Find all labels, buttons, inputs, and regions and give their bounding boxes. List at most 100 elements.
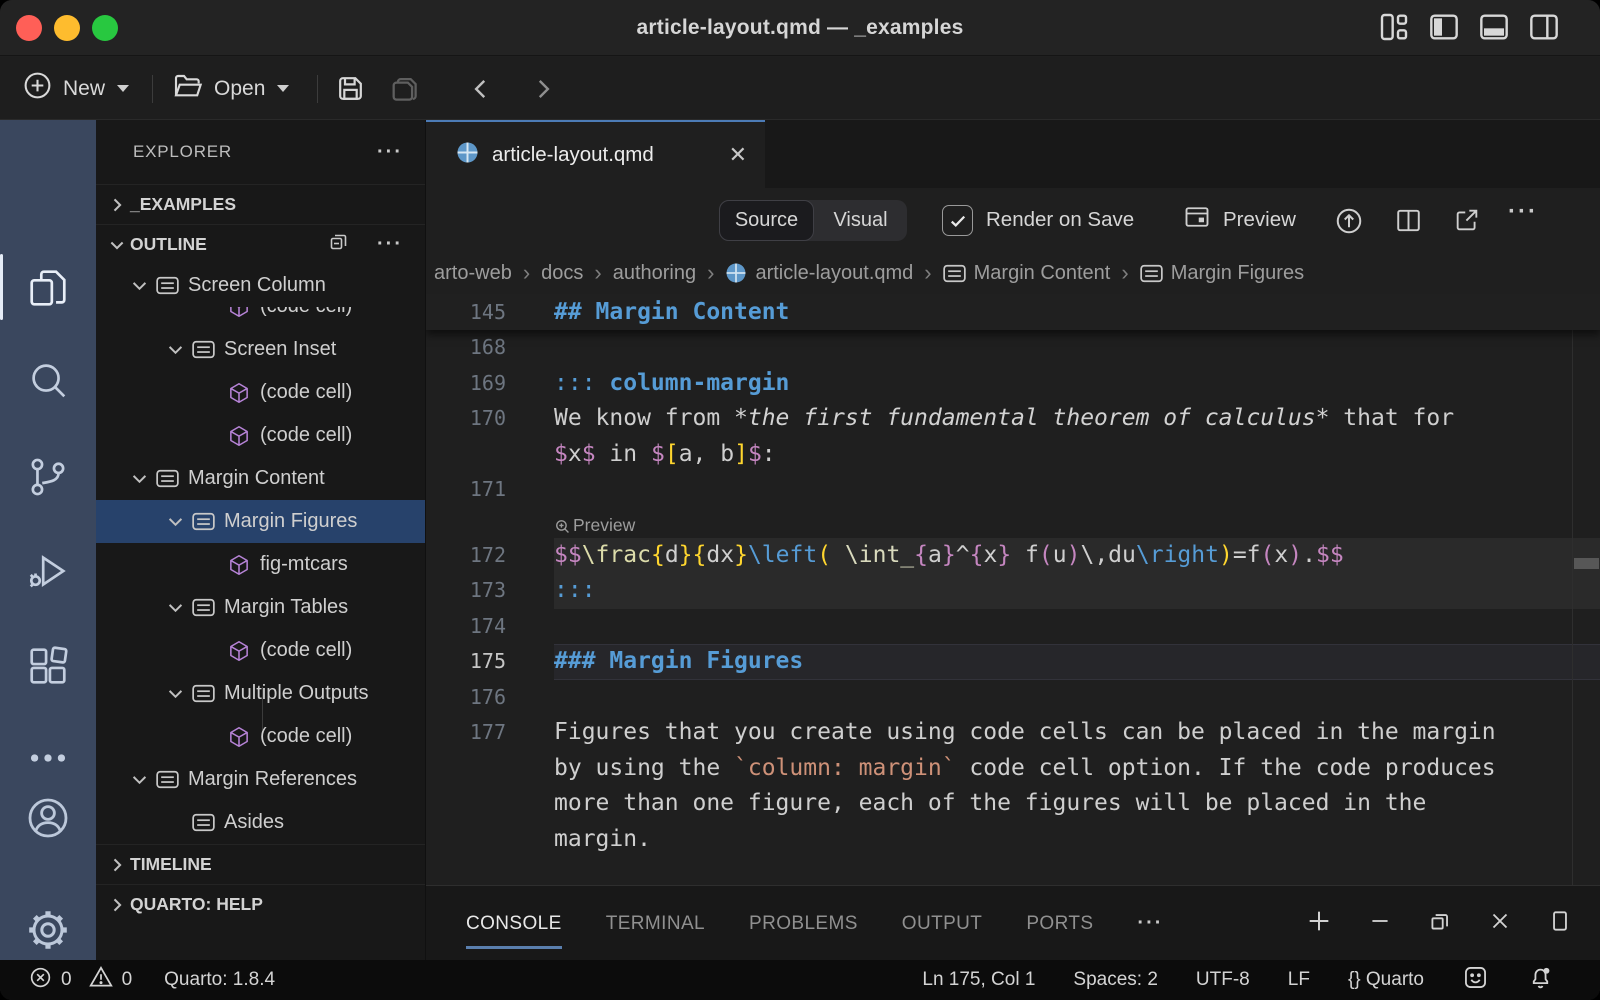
mode-visual-button[interactable]: Visual (814, 200, 907, 241)
problems-status[interactable]: 0 0 (28, 964, 132, 996)
outline-item--code-cell-[interactable]: (code cell) (96, 629, 425, 672)
panel-tab-output[interactable]: OUTPUT (902, 907, 983, 941)
outline-item-asides[interactable]: Asides (96, 801, 425, 844)
tab-article-layout[interactable]: article-layout.qmd ✕ (426, 120, 765, 188)
render-on-save-checkbox[interactable] (942, 205, 973, 236)
new-button[interactable]: New (22, 57, 129, 120)
breadcrumb-item[interactable]: Margin Figures (1140, 262, 1304, 285)
chevron-down-icon[interactable] (158, 683, 192, 704)
code-line-168[interactable]: 168 (426, 330, 1600, 366)
status-item[interactable]: Spaces: 2 (1073, 969, 1158, 991)
panel-add-icon[interactable] (1305, 907, 1333, 940)
chevron-down-icon[interactable] (158, 597, 192, 618)
save-all-button[interactable] (388, 57, 422, 120)
breadcrumb-item[interactable]: authoring (613, 262, 696, 285)
panel-more-tabs-icon[interactable]: ··· (1137, 912, 1163, 935)
section-quarto-help[interactable]: QUARTO: HELP (96, 884, 425, 924)
panel-close-icon[interactable] (1487, 908, 1513, 939)
customize-layout-icon[interactable] (1378, 11, 1410, 43)
publish-icon[interactable] (1334, 206, 1364, 241)
open-external-icon[interactable] (1453, 206, 1481, 239)
panel-maximize-icon[interactable] (1547, 908, 1573, 939)
code-line-145[interactable]: 145## Margin Content (426, 294, 1600, 330)
code-line-172[interactable]: 172$$\frac{d}{dx}\left( \int_{a}^{x} f(u… (426, 538, 1600, 574)
outline-item-screen-inset[interactable]: Screen Inset (96, 328, 425, 371)
outline-item-margin-tables[interactable]: Margin Tables (96, 586, 425, 629)
editor-more-actions-icon[interactable]: ··· (1508, 198, 1538, 226)
extensions-icon[interactable] (0, 630, 96, 702)
chevron-down-icon[interactable] (158, 511, 192, 532)
breadcrumb-item[interactable]: arto-web (434, 262, 512, 285)
collapse-all-icon[interactable] (327, 230, 351, 259)
panel-tab-ports[interactable]: PORTS (1026, 907, 1093, 941)
outline-item--code-cell-[interactable]: (code cell) (96, 715, 425, 758)
chevron-down-icon[interactable] (122, 468, 156, 489)
toggle-bottom-panel-icon[interactable] (1478, 11, 1510, 43)
chevron-down-icon[interactable] (122, 275, 156, 296)
account-icon[interactable] (0, 760, 96, 832)
panel-tab-terminal[interactable]: TERMINAL (606, 907, 705, 941)
scrollbar-slider[interactable] (1574, 558, 1599, 569)
outline-item-multiple-outputs[interactable]: Multiple Outputs (96, 672, 425, 715)
code-line-173[interactable]: 173::: (426, 573, 1600, 609)
code-line-176[interactable]: 176 (426, 680, 1600, 716)
status-item[interactable]: UTF-8 (1196, 969, 1250, 991)
section-examples[interactable]: _EXAMPLES (96, 184, 425, 224)
files-icon[interactable] (0, 252, 96, 324)
outline-item-margin-figures[interactable]: Margin Figures (96, 500, 425, 543)
code-line-174[interactable]: 174 (426, 609, 1600, 645)
code-line-175[interactable]: 175### Margin Figures (426, 644, 1600, 680)
close-tab-icon[interactable]: ✕ (729, 142, 747, 168)
panel-tab-problems[interactable]: PROBLEMS (749, 907, 858, 941)
open-button[interactable]: Open (172, 57, 289, 120)
split-editor-icon[interactable] (1394, 206, 1423, 240)
notifications-bell-icon[interactable] (1527, 964, 1554, 997)
status-item[interactable]: LF (1288, 969, 1310, 991)
save-button[interactable] (334, 57, 367, 120)
outline-more-actions-icon[interactable]: ··· (377, 233, 403, 256)
panel-tab-console[interactable]: CONSOLE (466, 907, 562, 941)
code-line-171[interactable]: 171 (426, 472, 1600, 508)
codelens-preview[interactable]: Preview (426, 508, 1600, 538)
status-item[interactable]: {} Quarto (1348, 969, 1424, 991)
outline-item-fig-mtcars[interactable]: fig-mtcars (96, 543, 425, 586)
explorer-more-actions-icon[interactable]: ··· (377, 141, 403, 164)
code-editor[interactable]: 145## Margin Content168169::: column-mar… (426, 294, 1600, 885)
code-line-169[interactable]: 169::: column-margin (426, 366, 1600, 402)
status-item[interactable]: Ln 175, Col 1 (922, 969, 1035, 991)
settings-gear-icon[interactable] (0, 872, 96, 944)
outline-item-margin-references[interactable]: Margin References (96, 758, 425, 801)
section-timeline[interactable]: TIMELINE (96, 844, 425, 884)
preview-button[interactable]: Preview (1183, 188, 1296, 252)
breadcrumb-item[interactable]: Margin Content (943, 262, 1111, 285)
code-line[interactable]: margin. (426, 822, 1600, 858)
code-line-170[interactable]: 170We know from *the first fundamental t… (426, 401, 1600, 437)
panel-minimize-icon[interactable] (1367, 908, 1393, 939)
outline-item-screen-column[interactable]: Screen Column (96, 264, 425, 307)
chevron-down-icon[interactable] (122, 769, 156, 790)
bottom-panel: CONSOLE TERMINAL PROBLEMS OUTPUT PORTS ··· (426, 885, 1600, 960)
outline-item--code-cell-[interactable]: (code cell) (96, 371, 425, 414)
run-debug-icon[interactable] (0, 536, 96, 608)
chevron-down-icon[interactable] (158, 339, 192, 360)
outline-item-margin-content[interactable]: Margin Content (96, 457, 425, 500)
code-line[interactable]: $x$ in $[a, b]$: (426, 437, 1600, 473)
section-outline[interactable]: OUTLINE ··· (96, 224, 425, 264)
outline-item--code-cell-[interactable]: (code cell) (96, 307, 425, 328)
code-line[interactable]: more than one figure, each of the figure… (426, 786, 1600, 822)
code-line-177[interactable]: 177Figures that you create using code ce… (426, 715, 1600, 751)
navigate-forward-button[interactable] (530, 57, 556, 120)
breadcrumb-item[interactable]: article-layout.qmd (725, 262, 913, 285)
panel-restore-icon[interactable] (1427, 908, 1453, 939)
mode-source-button[interactable]: Source (719, 200, 814, 241)
breadcrumb-item[interactable]: docs (541, 262, 583, 285)
navigate-back-button[interactable] (468, 57, 494, 120)
toggle-right-sidebar-icon[interactable] (1528, 11, 1560, 43)
quarto-version-status[interactable]: Quarto: 1.8.4 (164, 969, 275, 991)
search-view-icon[interactable] (0, 344, 96, 416)
outline-item--code-cell-[interactable]: (code cell) (96, 414, 425, 457)
source-control-icon[interactable] (0, 441, 96, 513)
feedback-smiley-icon[interactable] (1462, 964, 1489, 997)
code-line[interactable]: by using the `column: margin` code cell … (426, 751, 1600, 787)
toggle-left-sidebar-icon[interactable] (1428, 11, 1460, 43)
